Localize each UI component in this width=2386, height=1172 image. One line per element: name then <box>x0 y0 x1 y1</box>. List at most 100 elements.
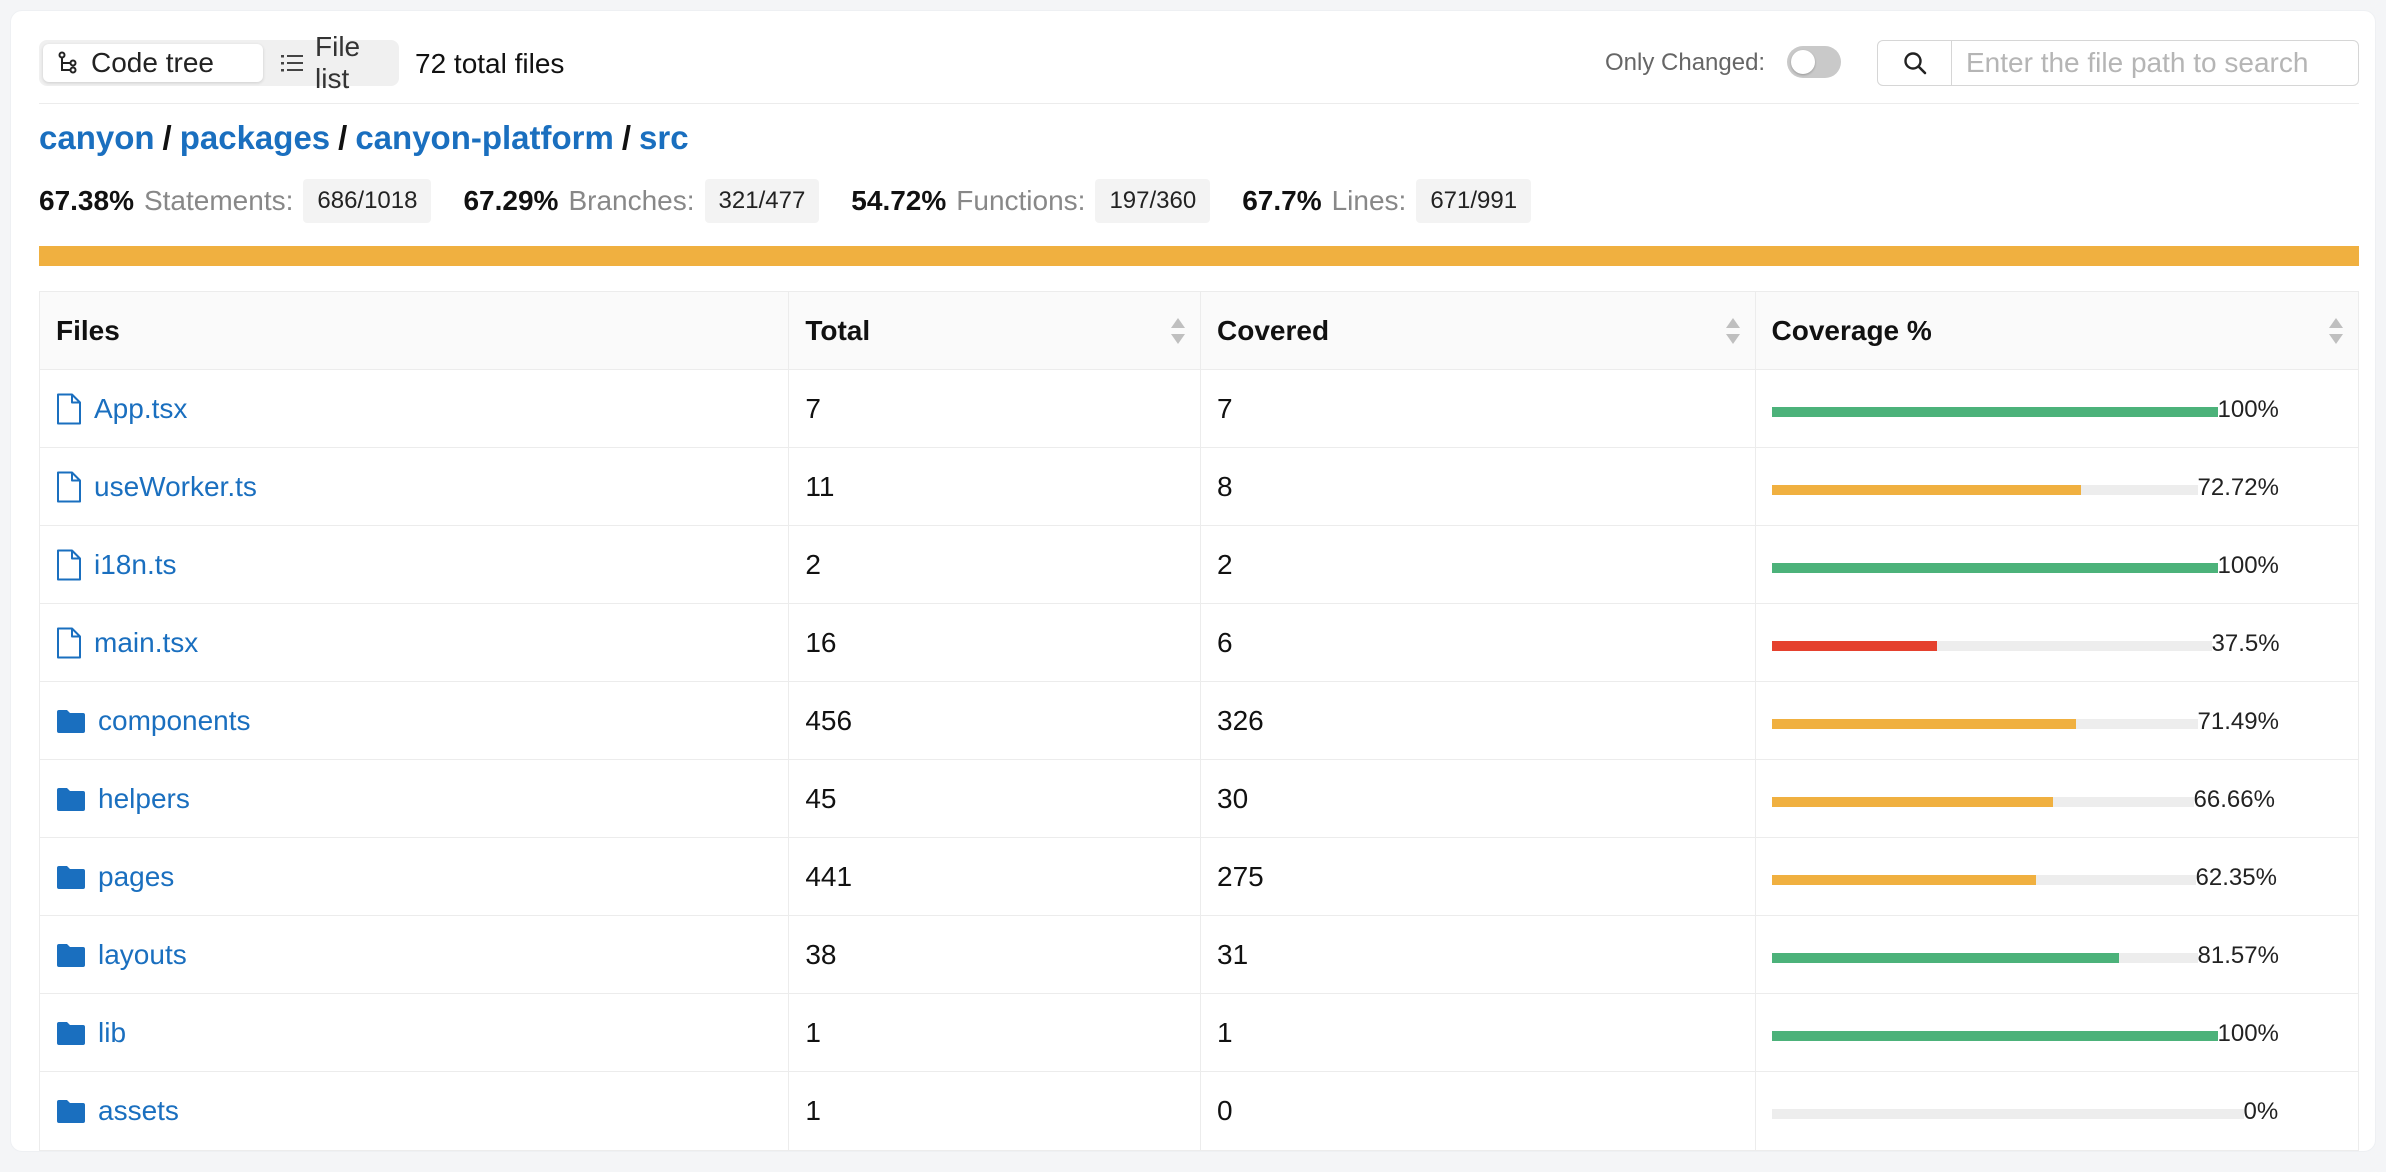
coverage-bar-fill <box>1771 875 2036 885</box>
stat-label: Branches: <box>568 185 695 216</box>
tree-icon <box>58 51 77 74</box>
file-link[interactable]: main.tsx <box>56 627 198 659</box>
file-name: helpers <box>98 782 190 814</box>
overall-coverage-bar <box>39 246 2359 266</box>
tab-file-list-label: File list <box>315 31 361 94</box>
table-row[interactable]: helpers 45 30 66.66% <box>40 760 2358 838</box>
file-name: main.tsx <box>94 626 199 658</box>
cell-coverage: 0% <box>1756 1072 2358 1150</box>
total-value: 16 <box>805 626 837 658</box>
file-name: App.tsx <box>94 392 188 424</box>
folder-link[interactable]: layouts <box>56 939 187 971</box>
cell-total: 456 <box>789 682 1201 759</box>
total-value: 1 <box>805 1016 821 1048</box>
file-link[interactable]: useWorker.ts <box>56 471 257 503</box>
table-body: App.tsx 7 7 100% useWorker.ts 11 8 72.72% i18n.t… <box>40 370 2358 1150</box>
table-row[interactable]: layouts 38 31 81.57% <box>40 916 2358 994</box>
coverage-percent: 37.5% <box>2211 630 2280 657</box>
table-row[interactable]: pages 441 275 62.35% <box>40 838 2358 916</box>
covered-value: 7 <box>1217 392 1233 424</box>
total-value: 45 <box>805 782 837 814</box>
coverage-table: Files Total Covered Coverage % App.tsx 7… <box>39 291 2359 1151</box>
tab-file-list[interactable]: File list <box>267 31 397 94</box>
coverage-percent: 72.72% <box>2197 474 2279 501</box>
covered-value: 30 <box>1217 782 1249 814</box>
search-input[interactable] <box>1952 41 2358 85</box>
folder-icon <box>57 943 85 967</box>
folder-link[interactable]: assets <box>56 1095 179 1127</box>
coverage-bar-track <box>1771 953 2198 963</box>
folder-link[interactable]: helpers <box>56 783 190 815</box>
cell-total: 16 <box>789 604 1201 681</box>
breadcrumb-item-canyon[interactable]: canyon <box>39 119 155 157</box>
breadcrumb-item-canyon-platform[interactable]: canyon-platform <box>355 119 614 157</box>
search-button[interactable] <box>1878 41 1952 85</box>
table-row[interactable]: assets 1 0 0% <box>40 1072 2358 1150</box>
folder-link[interactable]: lib <box>56 1017 126 1049</box>
column-header-covered[interactable]: Covered <box>1201 292 1756 369</box>
cell-file-name: pages <box>40 838 790 915</box>
table-row[interactable]: useWorker.ts 11 8 72.72% <box>40 448 2358 526</box>
cell-file-name: useWorker.ts <box>40 448 790 525</box>
covered-value: 326 <box>1217 704 1264 736</box>
file-link[interactable]: App.tsx <box>56 393 187 425</box>
covered-value: 6 <box>1217 626 1233 658</box>
breadcrumb-item-src[interactable]: src <box>639 119 689 157</box>
coverage-bar-fill <box>1771 797 2053 807</box>
coverage-bar-track <box>1771 563 2218 573</box>
cell-file-name: helpers <box>40 760 790 837</box>
cell-coverage: 72.72% <box>1756 448 2358 525</box>
folder-link[interactable]: components <box>56 705 251 737</box>
cell-total: 1 <box>789 994 1201 1071</box>
column-header-total[interactable]: Total <box>789 292 1201 369</box>
cell-covered: 275 <box>1201 838 1756 915</box>
folder-icon <box>57 865 85 889</box>
cell-coverage: 100% <box>1756 526 2358 603</box>
cell-total: 45 <box>789 760 1201 837</box>
coverage-panel: Code tree File list 72 total files Only <box>10 10 2376 1152</box>
total-value: 11 <box>805 470 835 502</box>
cell-covered: 8 <box>1201 448 1756 525</box>
stat-statements: 67.38% Statements: 686/1018 <box>39 179 432 223</box>
total-value: 1 <box>805 1095 821 1126</box>
toolbar: Code tree File list 72 total files Only <box>39 31 2359 94</box>
list-icon <box>281 55 303 72</box>
covered-value: 1 <box>1217 1016 1233 1048</box>
breadcrumb: canyon / packages / canyon-platform / sr… <box>39 119 689 157</box>
cell-file-name: lib <box>40 994 790 1071</box>
view-switcher: Code tree File list <box>39 31 399 94</box>
file-name: pages <box>98 860 175 892</box>
stat-label: Lines: <box>1331 185 1407 216</box>
table-row[interactable]: components 456 326 71.49% <box>40 682 2358 760</box>
cell-file-name: App.tsx <box>40 370 790 447</box>
column-header-files: Files <box>40 292 790 369</box>
coverage-bar-fill <box>1771 1031 2218 1041</box>
coverage-bar-track <box>1771 1109 2244 1119</box>
folder-icon <box>57 709 85 733</box>
total-value: 7 <box>805 392 821 424</box>
table-row[interactable]: main.tsx 16 6 37.5% <box>40 604 2358 682</box>
breadcrumb-item-packages[interactable]: packages <box>180 119 330 157</box>
coverage-percent: 100% <box>2217 396 2279 423</box>
table-header: Files Total Covered Coverage % <box>40 292 2358 370</box>
sort-icon[interactable] <box>1170 316 1186 346</box>
table-row[interactable]: i18n.ts 2 2 100% <box>40 526 2358 604</box>
sort-icon[interactable] <box>1725 316 1741 346</box>
cell-coverage: 100% <box>1756 370 2358 447</box>
table-row[interactable]: lib 1 1 100% <box>40 994 2358 1072</box>
cell-total: 441 <box>789 838 1201 915</box>
table-row[interactable]: App.tsx 7 7 100% <box>40 370 2358 448</box>
coverage-bar-fill <box>1771 719 2077 729</box>
cell-file-name: i18n.ts <box>40 526 790 603</box>
file-link[interactable]: i18n.ts <box>56 549 177 581</box>
only-changed-toggle[interactable] <box>1787 46 1841 78</box>
column-header-label: Files <box>56 314 120 346</box>
folder-link[interactable]: pages <box>56 861 174 893</box>
stat-percent: 67.29% <box>463 185 559 216</box>
cell-covered: 31 <box>1201 916 1756 993</box>
column-header-coverage[interactable]: Coverage % <box>1756 292 2358 369</box>
tab-code-tree[interactable]: Code tree <box>43 44 263 82</box>
cell-total: 1 <box>789 1072 1201 1150</box>
sort-icon[interactable] <box>2328 316 2344 346</box>
cell-coverage: 71.49% <box>1756 682 2358 759</box>
